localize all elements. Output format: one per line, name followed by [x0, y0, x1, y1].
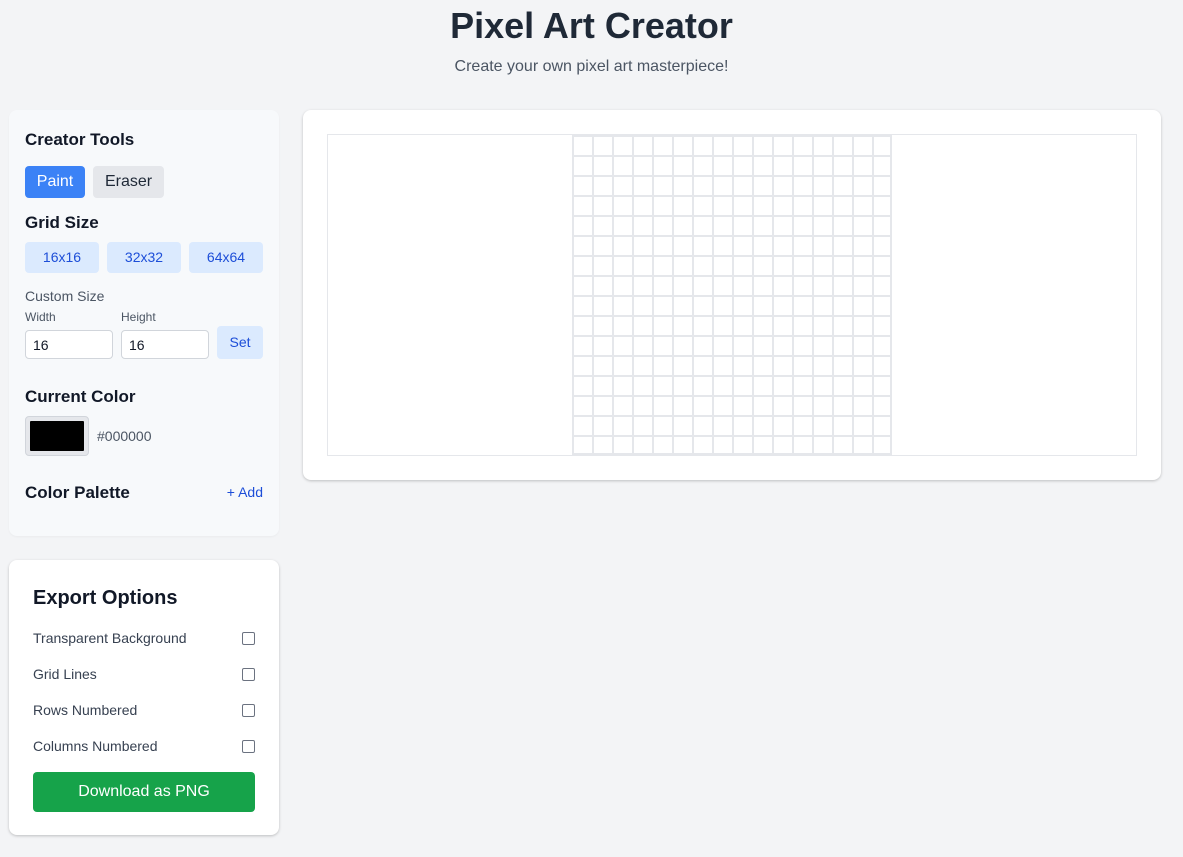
grid-lines-label: Grid Lines [33, 666, 97, 682]
export-options-panel: Export Options Transparent Background Gr… [9, 560, 279, 835]
custom-size-label: Custom Size [25, 288, 105, 304]
color-palette-title: Color Palette [25, 483, 130, 502]
grid-preset-16-button[interactable]: 16x16 [25, 242, 99, 273]
eraser-tool-button[interactable]: Eraser [93, 166, 164, 198]
page-subtitle: Create your own pixel art masterpiece! [454, 58, 729, 75]
rows-numbered-checkbox[interactable] [242, 704, 255, 717]
pixel-grid[interactable] [572, 135, 892, 455]
grid-size-title: Grid Size [25, 213, 99, 232]
current-color-title: Current Color [25, 387, 136, 406]
transparent-background-label: Transparent Background [33, 630, 187, 646]
set-size-button[interactable]: Set [217, 326, 263, 359]
height-input[interactable] [121, 330, 209, 359]
rows-numbered-label: Rows Numbered [33, 702, 138, 718]
creator-tools-title: Creator Tools [25, 130, 135, 149]
columns-numbered-label: Columns Numbered [33, 738, 158, 754]
canvas-area [327, 134, 1137, 456]
grid-preset-32-button[interactable]: 32x32 [107, 242, 181, 273]
export-options-title: Export Options [33, 587, 178, 609]
add-color-link[interactable]: + Add [227, 484, 263, 500]
width-label: Width [25, 310, 56, 324]
page-title: Pixel Art Creator [450, 5, 733, 46]
current-color-fill [30, 421, 84, 451]
paint-tool-button[interactable]: Paint [25, 166, 85, 198]
width-input[interactable] [25, 330, 113, 359]
download-png-button[interactable]: Download as PNG [33, 772, 255, 812]
canvas-panel [303, 110, 1161, 480]
grid-lines-checkbox[interactable] [242, 668, 255, 681]
transparent-background-checkbox[interactable] [242, 632, 255, 645]
creator-tools-panel: Creator Tools Paint Eraser Grid Size 16x… [9, 110, 279, 536]
grid-preset-64-button[interactable]: 64x64 [189, 242, 263, 273]
height-label: Height [121, 310, 156, 324]
columns-numbered-checkbox[interactable] [242, 740, 255, 753]
current-color-swatch[interactable] [25, 416, 89, 456]
current-color-hex: #000000 [97, 428, 152, 444]
